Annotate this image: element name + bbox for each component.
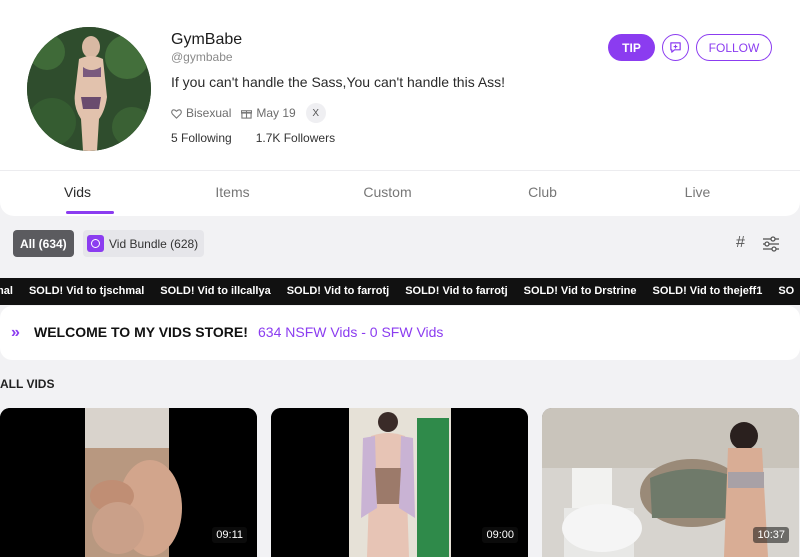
profile-handle: @gymbabe — [171, 50, 233, 64]
follow-button[interactable]: FOLLOW — [696, 34, 772, 61]
filter-bundle-label: Vid Bundle (628) — [109, 236, 199, 251]
tab-live[interactable]: Live — [620, 171, 775, 216]
birthday-label: May 19 — [256, 106, 296, 120]
following-count[interactable]: 5 Following — [171, 131, 232, 145]
profile-bio: If you can't handle the Sass,You can't h… — [171, 74, 506, 90]
ticker-item: mal — [0, 285, 13, 297]
tip-button[interactable]: TIP — [608, 34, 655, 61]
double-chevron-icon: » — [11, 324, 20, 341]
tab-custom[interactable]: Custom — [310, 171, 465, 216]
ticker-item: SOLD! Vid to Drstrine — [523, 285, 637, 297]
welcome-title: WELCOME TO MY VIDS STORE! — [34, 324, 248, 340]
orientation-item: Bisexual — [171, 106, 231, 120]
x-social-icon[interactable]: X — [305, 103, 326, 123]
video-card[interactable]: 09:00 — [271, 408, 528, 557]
video-duration: 09:11 — [212, 527, 247, 543]
orientation-label: Bisexual — [186, 106, 232, 120]
sales-ticker: mal SOLD! Vid to tjschmal SOLD! Vid to i… — [0, 278, 800, 305]
profile-stats: 5 Following 1.7K Followers — [171, 131, 335, 145]
chat-icon — [670, 42, 681, 53]
hashtag-button[interactable]: # — [736, 234, 745, 252]
ticker-item: SOLD! Vid to thejeff1 — [652, 285, 763, 297]
ticker-item: SOLD! Vid to tjschmal — [28, 285, 145, 297]
followers-count[interactable]: 1.7K Followers — [256, 131, 335, 145]
sliders-icon[interactable] — [762, 236, 780, 252]
filter-bundle-button[interactable]: Vid Bundle (628) — [83, 230, 205, 257]
ticker-item: SOLD! Vid to illcallya — [160, 285, 271, 297]
tab-items[interactable]: Items — [155, 171, 310, 216]
message-button[interactable] — [662, 34, 689, 61]
bundle-icon — [87, 235, 104, 252]
profile-tabs: Vids Items Custom Club Live — [0, 171, 800, 216]
profile-name: GymBabe — [171, 31, 243, 48]
ticker-item: SOLD! Vid to farrotj — [286, 285, 390, 297]
heart-icon — [171, 108, 182, 119]
ticker-track: mal SOLD! Vid to tjschmal SOLD! Vid to i… — [0, 285, 794, 297]
ticker-item: SO — [778, 285, 795, 297]
welcome-banner: » WELCOME TO MY VIDS STORE! 634 NSFW Vid… — [0, 306, 800, 360]
gift-icon — [241, 109, 253, 119]
video-duration: 10:37 — [753, 527, 789, 543]
video-card[interactable]: 09:11 — [0, 408, 257, 557]
welcome-counts: 634 NSFW Vids - 0 SFW Vids — [258, 324, 444, 340]
tab-club[interactable]: Club — [465, 171, 620, 216]
filter-all-button[interactable]: All (634) — [13, 230, 74, 257]
avatar-image — [27, 27, 151, 151]
tab-vids[interactable]: Vids — [0, 171, 155, 216]
profile-avatar[interactable] — [27, 27, 151, 151]
profile-meta: Bisexual May 19 X — [171, 103, 326, 123]
ticker-item: SOLD! Vid to farrotj — [405, 285, 508, 297]
video-card[interactable]: 10:37 — [542, 408, 799, 557]
section-title: ALL VIDS — [0, 377, 55, 391]
profile-card: GymBabe @gymbabe If you can't handle the… — [0, 0, 800, 216]
birthday-item: May 19 — [241, 106, 296, 120]
active-tab-indicator — [66, 211, 114, 214]
video-duration: 09:00 — [482, 527, 518, 543]
